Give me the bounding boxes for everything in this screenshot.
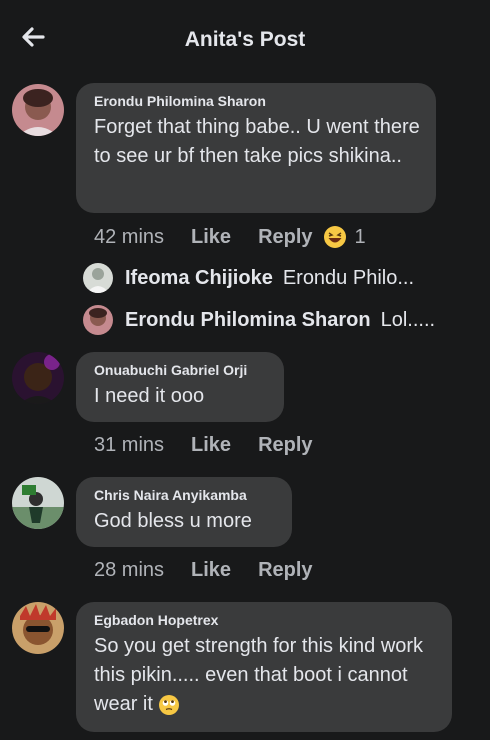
reaction-count: 1 bbox=[354, 225, 366, 248]
comment-text-content: So you get strength for this kind work t… bbox=[94, 635, 424, 715]
reply-button[interactable]: Reply bbox=[258, 559, 312, 582]
comment-time: 31 mins bbox=[94, 434, 165, 456]
eye-roll-emoji-icon bbox=[158, 694, 180, 716]
comment-author[interactable]: Chris Naira Anyikamba bbox=[94, 487, 276, 503]
comment-actions: 42 mins Like Reply 1 bbox=[94, 225, 366, 249]
avatar bbox=[83, 263, 113, 293]
avatar[interactable] bbox=[12, 477, 64, 529]
reply-snippet: Lol..... bbox=[380, 308, 436, 331]
laughing-emoji-icon[interactable] bbox=[323, 225, 347, 249]
comment-time: 42 mins bbox=[94, 225, 165, 248]
comment-bubble[interactable]: Chris Naira Anyikamba God bless u more bbox=[76, 477, 292, 547]
comment-bubble[interactable]: Egbadon Hopetrex So you get strength for… bbox=[76, 602, 452, 732]
comment-actions: 28 mins Like Reply bbox=[94, 559, 340, 582]
comment-time: 28 mins bbox=[94, 559, 165, 581]
like-button[interactable]: Like bbox=[191, 226, 231, 249]
comment-author[interactable]: Egbadon Hopetrex bbox=[94, 612, 436, 628]
avatar[interactable] bbox=[12, 352, 64, 404]
avatar[interactable] bbox=[12, 602, 64, 654]
comment-bubble[interactable]: Erondu Philomina Sharon Forget that thin… bbox=[76, 83, 436, 213]
reply-preview[interactable]: Erondu Philomina Sharon Lol..... bbox=[83, 305, 435, 335]
like-button[interactable]: Like bbox=[191, 434, 231, 457]
comment-author[interactable]: Erondu Philomina Sharon bbox=[94, 93, 420, 109]
page-title: Anita's Post bbox=[184, 28, 306, 51]
comment-bubble[interactable]: Onuabuchi Gabriel Orji I need it ooo bbox=[76, 352, 284, 422]
reply-author[interactable]: Ifeoma Chijioke bbox=[125, 267, 273, 290]
top-bar: Anita's Post bbox=[0, 0, 490, 78]
avatar[interactable] bbox=[12, 84, 64, 136]
comment-text: I need it ooo bbox=[94, 385, 205, 407]
comment-text: So you get strength for this kind work t… bbox=[94, 632, 436, 719]
comment-actions: 31 mins Like Reply bbox=[94, 434, 340, 457]
comment-text: Forget that thing babe.. U went there to… bbox=[94, 116, 420, 167]
avatar bbox=[83, 305, 113, 335]
comment-author[interactable]: Onuabuchi Gabriel Orji bbox=[94, 362, 268, 378]
reply-snippet: Erondu Philo... bbox=[282, 266, 415, 289]
reply-author[interactable]: Erondu Philomina Sharon bbox=[125, 309, 371, 332]
reply-button[interactable]: Reply bbox=[258, 434, 312, 457]
reply-preview[interactable]: Ifeoma Chijioke Erondu Philo... bbox=[83, 263, 414, 293]
reply-button[interactable]: Reply bbox=[258, 226, 312, 249]
like-button[interactable]: Like bbox=[191, 559, 231, 582]
comment-text: God bless u more bbox=[94, 510, 252, 532]
